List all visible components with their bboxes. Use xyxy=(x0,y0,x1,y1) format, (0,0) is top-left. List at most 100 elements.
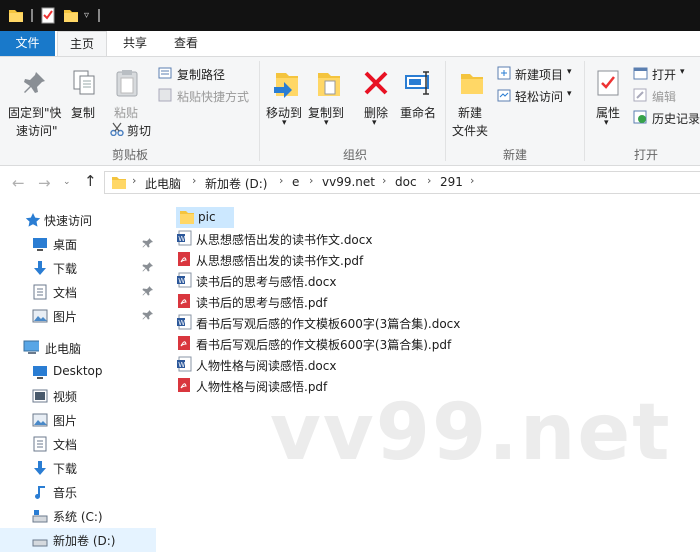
list-item[interactable]: pic xyxy=(176,207,234,228)
nav-quick-access[interactable]: 快速访问 xyxy=(0,208,156,232)
breadcrumb-chevron-icon[interactable]: › xyxy=(132,174,136,187)
copy-path-button[interactable]: 复制路径 xyxy=(156,65,256,83)
customize-toolbar-icon[interactable]: ▿ xyxy=(84,10,89,21)
delete-x-icon xyxy=(364,71,388,95)
nav-item-documents[interactable]: 文档 xyxy=(0,280,156,304)
paste-shortcut-button[interactable]: 粘贴快捷方式 xyxy=(156,87,256,105)
tab-home[interactable]: 主页 xyxy=(57,31,107,57)
easy-access-button[interactable]: 轻松访问 ▾ xyxy=(496,87,580,105)
properties-icon[interactable] xyxy=(40,7,56,24)
cut-label: 剪切 xyxy=(127,124,152,138)
system-drive-icon xyxy=(32,510,48,523)
new-folder-label-1: 新建 xyxy=(458,106,483,120)
breadcrumb-vv99[interactable]: vv99.net xyxy=(322,175,375,189)
pin-label-2: 速访问" xyxy=(16,124,58,138)
nav-item-drive-d[interactable]: 新加卷 (D:) xyxy=(0,528,156,552)
nav-label: 快速访问 xyxy=(44,214,93,228)
new-folder-icon[interactable] xyxy=(63,7,79,24)
breadcrumb-drive-d[interactable]: 新加卷 (D:) xyxy=(205,175,267,192)
nav-label: 音乐 xyxy=(53,486,78,500)
nav-item-pictures-pc[interactable]: 图片 xyxy=(0,408,156,432)
clipboard-group-label: 剪贴板 xyxy=(111,148,148,162)
paste-button[interactable]: 粘贴 xyxy=(108,61,146,121)
chevron-down-icon: ▾ xyxy=(680,67,685,77)
word-doc-icon: W xyxy=(177,356,192,372)
move-to-icon xyxy=(274,73,298,98)
delete-button[interactable]: 删除 ▾ xyxy=(358,61,394,141)
new-folder-button[interactable]: 新建 文件夹 xyxy=(450,61,494,141)
nav-item-music[interactable]: 音乐 xyxy=(0,480,156,504)
paste-shortcut-label: 粘贴快捷方式 xyxy=(177,90,250,104)
new-folder-label-2: 文件夹 xyxy=(452,124,489,138)
back-arrow-icon[interactable]: ← xyxy=(12,174,25,192)
breadcrumb-e[interactable]: e xyxy=(292,175,299,189)
nav-item-videos[interactable]: 视频 xyxy=(0,384,156,408)
properties-icon xyxy=(597,70,619,96)
pdf-icon xyxy=(178,336,190,350)
nav-label: 此电脑 xyxy=(45,342,82,356)
desktop-icon xyxy=(33,366,47,379)
copy-label: 复制 xyxy=(71,106,96,120)
breadcrumb-doc[interactable]: doc xyxy=(395,175,417,189)
nav-label: 系统 (C:) xyxy=(53,510,103,524)
properties-button[interactable]: 属性 ▾ xyxy=(590,61,626,141)
pin-icon[interactable] xyxy=(142,285,154,297)
paste-label: 粘贴 xyxy=(114,106,139,120)
file-name: 从思想感悟出发的读书作文.docx xyxy=(196,233,373,247)
nav-item-desktop-pc[interactable]: Desktop xyxy=(0,360,156,384)
rename-button[interactable]: 重命名 xyxy=(396,61,440,141)
nav-item-downloads-pc[interactable]: 下载 xyxy=(0,456,156,480)
nav-label: 文档 xyxy=(53,286,78,300)
open-button[interactable]: 打开 ▾ xyxy=(632,65,700,83)
tab-file[interactable]: 文件 xyxy=(0,31,55,56)
breadcrumb-chevron-icon[interactable]: › xyxy=(427,174,431,187)
download-arrow-icon xyxy=(34,461,46,475)
breadcrumb-chevron-icon[interactable]: › xyxy=(309,174,313,187)
file-name: 读书后的思考与感悟.pdf xyxy=(196,296,328,310)
tab-view[interactable]: 查看 xyxy=(163,31,209,56)
nav-item-downloads[interactable]: 下载 xyxy=(0,256,156,280)
forward-arrow-icon[interactable]: → xyxy=(38,174,51,192)
svg-text:W: W xyxy=(178,277,185,285)
chevron-down-icon: ▾ xyxy=(567,67,572,77)
nav-item-drive-c[interactable]: 系统 (C:) xyxy=(0,504,156,528)
cut-button[interactable]: 剪切 xyxy=(108,121,168,139)
nav-item-documents-pc[interactable]: 文档 xyxy=(0,432,156,456)
tab-share[interactable]: 共享 xyxy=(112,31,158,56)
scissors-icon xyxy=(110,122,124,136)
file-name: 读书后的思考与感悟.docx xyxy=(196,275,337,289)
nav-label: 文档 xyxy=(53,438,78,452)
easy-access-label: 轻松访问 xyxy=(515,90,564,104)
edit-button[interactable]: 编辑 xyxy=(632,87,700,105)
address-path[interactable]: › 此电脑 › 新加卷 (D:) › e › vv99.net › doc › … xyxy=(104,171,700,194)
pin-quick-access-button[interactable]: 固定到"快 速访问" xyxy=(4,61,64,141)
new-item-button[interactable]: 新建项目 ▾ xyxy=(496,65,580,83)
copy-to-button[interactable]: 复制到 ▾ xyxy=(306,61,348,141)
breadcrumb-chevron-icon[interactable]: › xyxy=(192,174,196,187)
breadcrumb-291[interactable]: 291 xyxy=(440,175,463,189)
copy-path-label: 复制路径 xyxy=(177,68,226,82)
history-button[interactable]: 历史记录 xyxy=(632,109,700,127)
file-name: 看书后写观后感的作文模板600字(3篇合集).docx xyxy=(196,317,461,331)
breadcrumb-chevron-icon[interactable]: › xyxy=(470,174,474,187)
nav-this-pc[interactable]: 此电脑 xyxy=(0,336,156,360)
file-name: 看书后写观后感的作文模板600字(3篇合集).pdf xyxy=(196,338,452,352)
recent-locations-icon[interactable]: ⌄ xyxy=(63,177,71,187)
up-arrow-icon[interactable]: ↑ xyxy=(84,172,97,190)
pin-icon[interactable] xyxy=(142,237,154,249)
copy-button[interactable]: 复制 xyxy=(66,61,102,141)
ribbon-divider xyxy=(584,61,585,161)
paste-icon xyxy=(116,70,138,97)
breadcrumb-chevron-icon[interactable]: › xyxy=(382,174,386,187)
svg-text:W: W xyxy=(178,235,185,243)
history-icon xyxy=(633,110,647,124)
nav-item-pictures[interactable]: 图片 xyxy=(0,304,156,328)
breadcrumb-chevron-icon[interactable]: › xyxy=(279,174,283,187)
nav-item-desktop[interactable]: 桌面 xyxy=(0,232,156,256)
watermark: vv99.net xyxy=(270,388,672,478)
pin-icon[interactable] xyxy=(142,261,154,273)
file-name: 人物性格与阅读感悟.docx xyxy=(196,359,337,373)
breadcrumb-this-pc[interactable]: 此电脑 xyxy=(145,175,181,192)
pin-icon[interactable] xyxy=(142,309,154,321)
move-to-button[interactable]: 移动到 ▾ xyxy=(264,61,306,141)
